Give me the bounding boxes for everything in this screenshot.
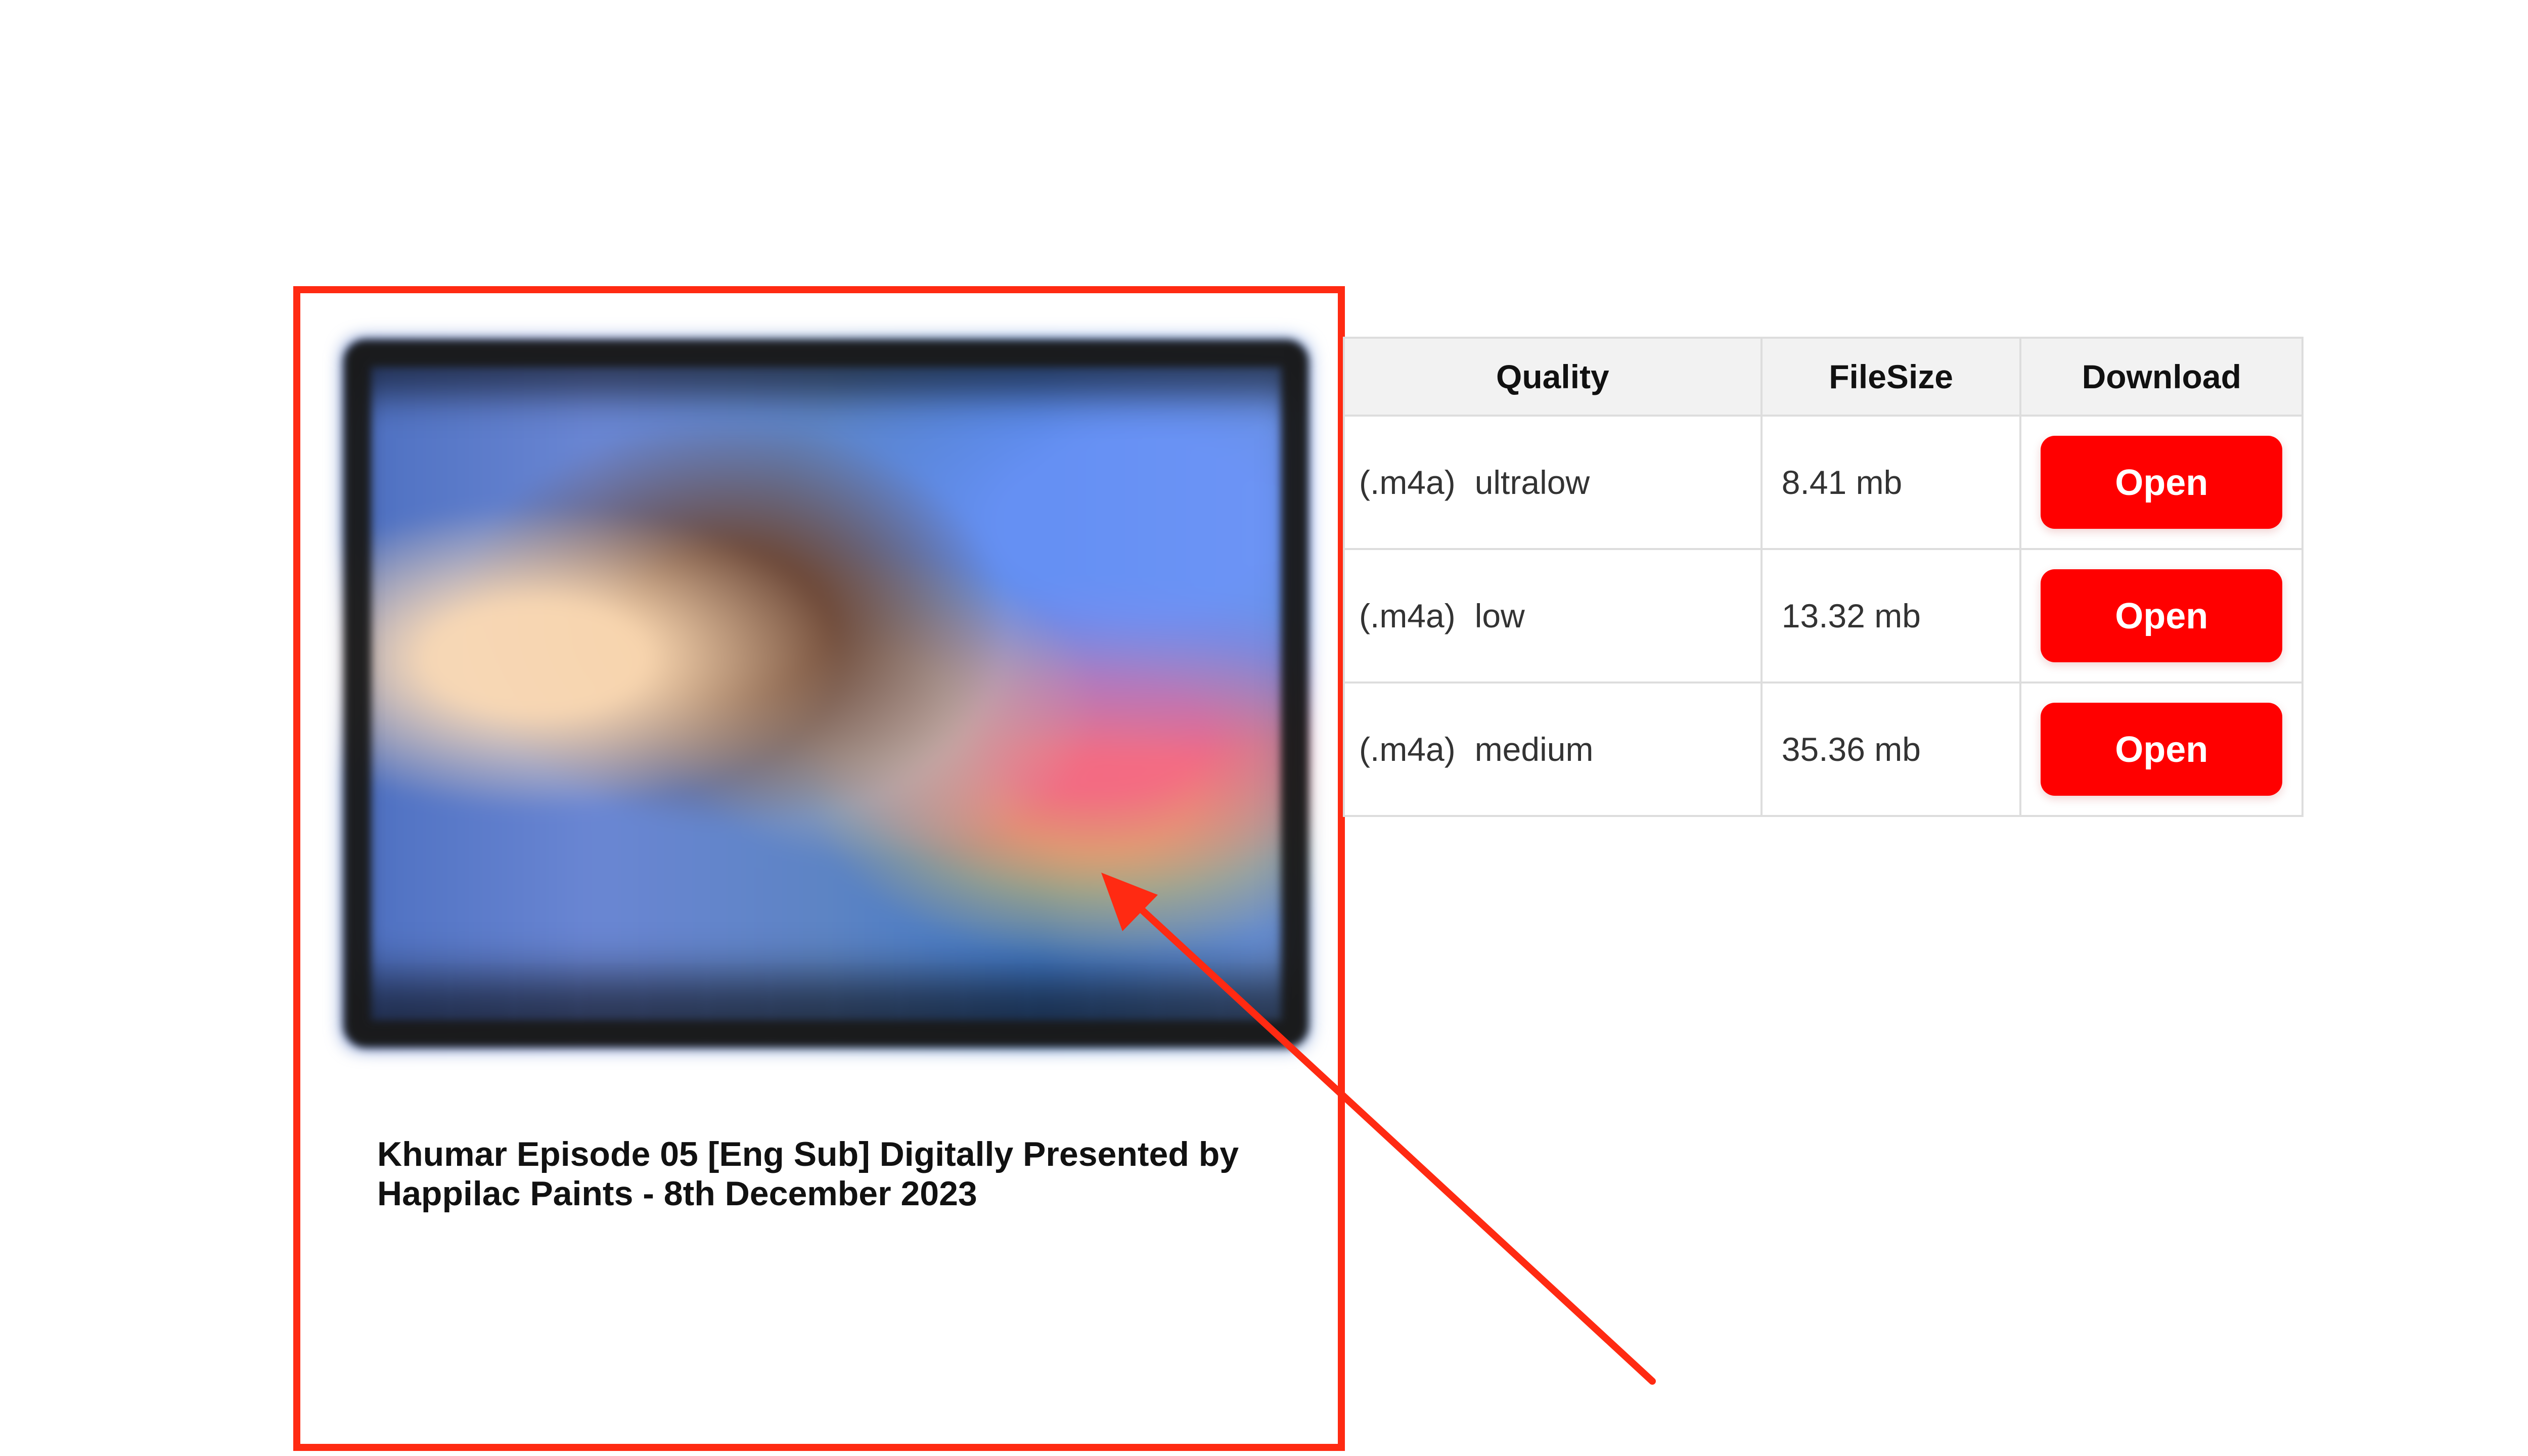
table-row: (.m4a) medium 35.36 mb Open	[1343, 681, 2304, 817]
download-table: Quality FileSize Download (.m4a) ultralow…	[1343, 337, 2304, 817]
filesize-cell: 13.32 mb	[1760, 548, 2022, 684]
filesize-cell: 35.36 mb	[1760, 681, 2022, 817]
table-header-row: Quality FileSize Download	[1343, 337, 2304, 417]
quality-label: low	[1474, 597, 1525, 634]
video-title: Khumar Episode 05 [Eng Sub] Digitally Pr…	[377, 1135, 1239, 1213]
format-label: (.m4a)	[1359, 597, 1456, 634]
quality-cell: (.m4a) low	[1343, 548, 1763, 684]
video-thumbnail[interactable]	[344, 340, 1308, 1048]
format-label: (.m4a)	[1359, 464, 1456, 501]
quality-header: Quality	[1343, 337, 1763, 417]
open-button[interactable]: Open	[2041, 436, 2283, 529]
open-button[interactable]: Open	[2041, 569, 2283, 662]
table-row: (.m4a) low 13.32 mb Open	[1343, 548, 2304, 684]
download-cell: Open	[2019, 548, 2304, 684]
quality-cell: (.m4a) ultralow	[1343, 415, 1763, 550]
table-body: (.m4a) ultralow 8.41 mb Open (.m4a) low 13…	[1343, 415, 2304, 817]
quality-label: medium	[1474, 731, 1594, 768]
filesize-cell: 8.41 mb	[1760, 415, 2022, 550]
download-header: Download	[2019, 337, 2304, 417]
screenshot-stage: Khumar Episode 05 [Eng Sub] Digitally Pr…	[0, 0, 2528, 1456]
format-label: (.m4a)	[1359, 731, 1456, 768]
download-cell: Open	[2019, 415, 2304, 550]
open-button[interactable]: Open	[2041, 703, 2283, 796]
highlighted-video-card: Khumar Episode 05 [Eng Sub] Digitally Pr…	[293, 286, 1345, 1451]
blurred-thumbnail-image	[344, 340, 1308, 1048]
quality-label: ultralow	[1474, 464, 1590, 501]
filesize-header: FileSize	[1760, 337, 2022, 417]
table-header: Quality FileSize Download	[1343, 337, 2304, 417]
quality-cell: (.m4a) medium	[1343, 681, 1763, 817]
download-cell: Open	[2019, 681, 2304, 817]
table-row: (.m4a) ultralow 8.41 mb Open	[1343, 415, 2304, 550]
